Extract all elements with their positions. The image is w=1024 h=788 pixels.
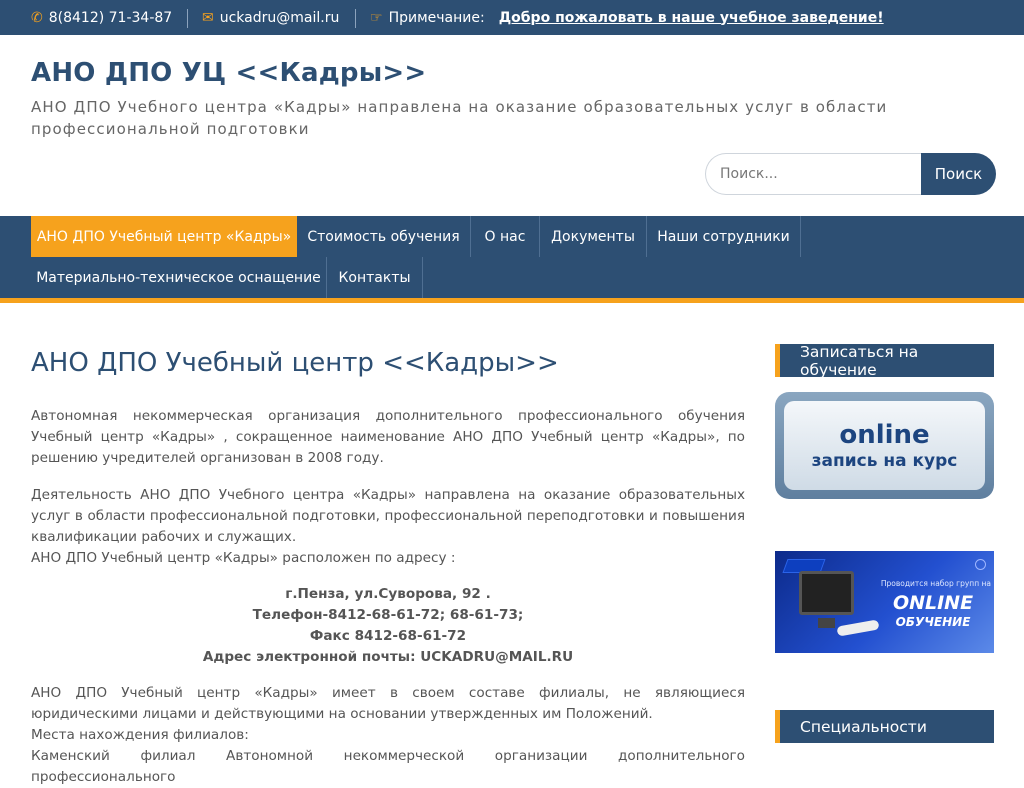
branches-heading: Места нахождения филиалов: [31,727,249,743]
specialties-widget-title: Специальности [775,710,994,743]
topbar-notice: ☞ Примечание: Добро пожаловать в наше уч… [370,0,884,35]
topbar-phone-text: 8(8412) 71-34-87 [48,9,173,26]
main-nav: АНО ДПО Учебный центр «Кадры» Стоимость … [0,216,1024,298]
nav-accent-bar [0,298,1024,303]
topbar-email-text: uckadru@mail.ru [219,9,340,26]
online-enroll-line1: online [839,419,930,450]
page-title: АНО ДПО Учебный центр <<Кадры>> [31,348,559,378]
power-icon [975,559,986,570]
search-button[interactable]: Поиск [921,153,996,195]
phone-text: Телефон-8412-68-61-72; 68-61-73; [252,607,524,623]
search-form: Поиск [705,153,996,195]
nav-item-contacts[interactable]: Контакты [327,257,423,298]
branches-paragraph: АНО ДПО Учебный центр «Кадры» имеет в св… [31,685,745,722]
top-bar: ✆ 8(8412) 71-34-87 ✉ uckadru@mail.ru ☞ П… [0,0,1024,35]
topbar-phone[interactable]: ✆ 8(8412) 71-34-87 [31,0,172,35]
topbar-divider [187,9,188,28]
nav-item-about[interactable]: О нас [471,216,540,257]
diploma-icon [836,619,880,637]
online-enroll-button[interactable]: online запись на курс [775,392,994,499]
nav-item-home[interactable]: АНО ДПО Учебный центр «Кадры» [31,216,297,257]
fax-text: Факс 8412-68-61-72 [309,628,467,644]
nav-item-staff[interactable]: Наши сотрудники [647,216,801,257]
topbar-notice-label: Примечание: [388,9,485,26]
online-enroll-line2: запись на курс [811,450,958,471]
banner-learning-text: ОБУЧЕНИЕ [895,615,971,629]
email-text: Адрес электронной почты: UCKADRU@MAIL.RU [202,649,574,665]
topbar-divider [355,9,356,28]
banner-online-text: ONLINE [892,592,974,614]
phone-icon: ✆ [31,9,43,26]
online-learning-banner[interactable]: Проводится набор групп на ONLINE ОБУЧЕНИ… [775,551,994,653]
branch-paragraph: Каменский филиал Автономной некоммерческ… [31,748,745,785]
enroll-widget-title: Записаться на обучение [775,343,994,379]
intro-paragraph: Автономная некоммерческая организация до… [31,408,745,466]
search-input[interactable] [705,153,935,195]
nav-item-equipment[interactable]: Материально-техническое оснащение [31,257,327,298]
topbar-notice-link[interactable]: Добро пожаловать в наше учебное заведени… [499,10,884,26]
envelope-icon: ✉ [202,9,214,26]
site-description: АНО ДПО Учебного центра «Кадры» направле… [31,98,888,138]
topbar-email[interactable]: ✉ uckadru@mail.ru [202,0,339,35]
activity-paragraph: Деятельность АНО ДПО Учебного центра «Ка… [31,487,745,545]
nav-item-pricing[interactable]: Стоимость обучения [297,216,471,257]
nav-item-documents[interactable]: Документы [540,216,647,257]
address-text: г.Пенза, ул.Суворова, 92 . [285,586,491,602]
hand-pointer-icon: ☞ [370,9,383,26]
location-paragraph: АНО ДПО Учебный центр «Кадры» расположен… [31,550,456,566]
banner-small-text: Проводится набор групп на [880,579,991,588]
monitor-icon [799,571,854,628]
site-title[interactable]: АНО ДПО УЦ <<Кадры>> [31,58,426,88]
online-enroll-inner: online запись на курс [784,401,985,490]
